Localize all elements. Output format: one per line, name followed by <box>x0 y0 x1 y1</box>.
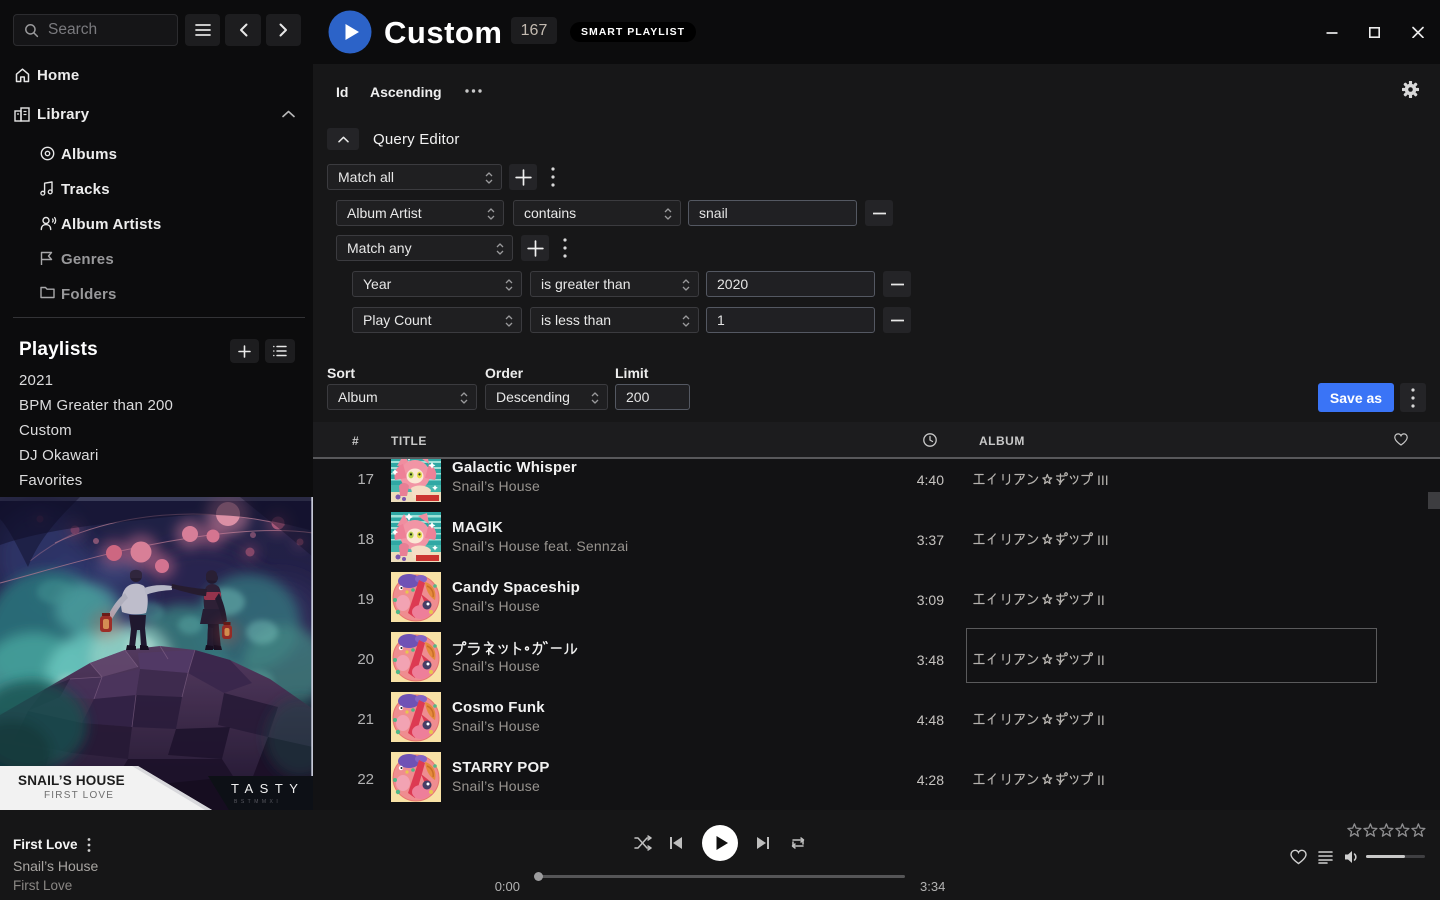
svg-text:TASTY: TASTY <box>231 781 304 796</box>
svg-text:BSTMMXI: BSTMMXI <box>234 799 281 805</box>
svg-text:SNAIL’S HOUSE: SNAIL’S HOUSE <box>18 773 125 788</box>
svg-text:FIRST LOVE: FIRST LOVE <box>44 790 114 801</box>
